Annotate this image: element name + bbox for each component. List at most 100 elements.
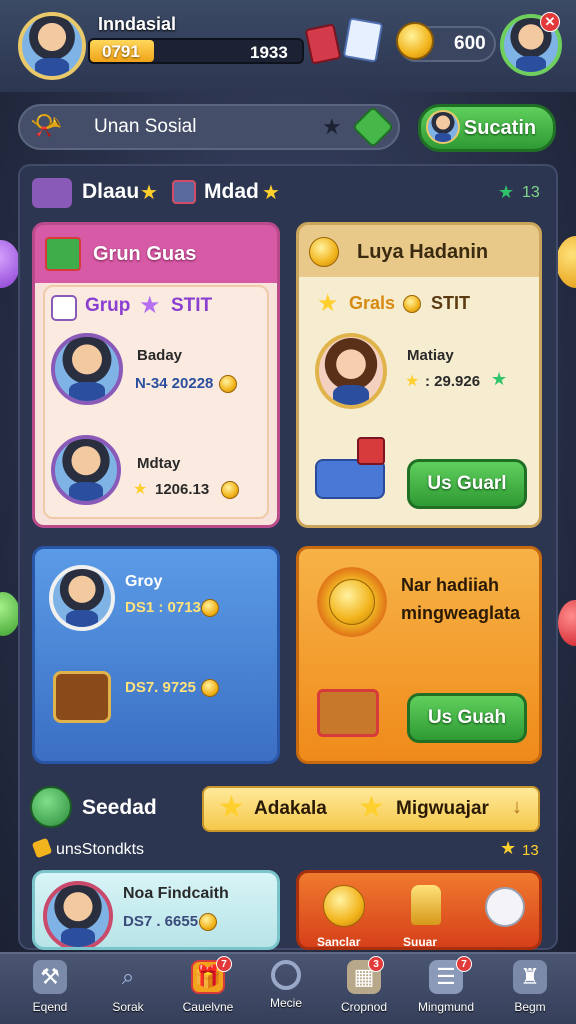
banner-right-label: Migwuajar	[396, 798, 489, 819]
orange-card-button[interactable]: Us Guah	[407, 693, 527, 743]
coin-icon	[329, 579, 375, 625]
calendar-icon[interactable]	[342, 17, 384, 63]
xp-bar: 0791 1933	[88, 38, 304, 64]
trumpet-icon: 📯	[30, 110, 63, 140]
player1-name: Baday	[137, 347, 183, 364]
gold-card[interactable]: Luya Hadanin ★ Grals STIT Matiay ★ : 29.…	[296, 222, 542, 528]
red-label-right: Suuar	[403, 935, 438, 949]
section-right-title: Mdad	[204, 180, 259, 203]
section-left-title: Dlaau	[82, 180, 140, 203]
nav-item-mingmund[interactable]: ☰ 7 Mingmund	[410, 956, 482, 1022]
blue-value-2: DS7. 9725	[125, 679, 196, 696]
nav-label: Sorak	[112, 1000, 144, 1014]
gold-card-title: Luya Hadanin	[357, 241, 489, 263]
treasure-chest-icon	[53, 671, 111, 723]
notification-badge: 3	[368, 956, 384, 972]
orange-card-button-label: Us Guah	[427, 707, 507, 728]
sucatin-button-label: Sucatin	[463, 116, 537, 139]
teal-value: DS7 . 6655	[123, 913, 199, 930]
gold-subtitle-tag: STIT	[431, 293, 470, 313]
nav-label: Mingmund	[417, 1000, 475, 1014]
coin-icon	[201, 679, 219, 697]
globe-icon	[30, 786, 72, 828]
magnifier-icon	[271, 960, 301, 990]
teal-player-name: Noa Findcaith	[123, 885, 229, 902]
player1-value: N-34 20228	[135, 375, 214, 392]
nav-label: Eqend	[32, 1000, 68, 1014]
close-icon[interactable]: ✕	[540, 12, 560, 32]
score-value: 1933	[250, 43, 288, 62]
gold-player-value: : 29.926	[425, 373, 481, 390]
blue-player-name: Groy	[125, 573, 163, 590]
player1-avatar[interactable]	[51, 333, 123, 405]
section-box-icon	[172, 180, 196, 204]
player-name: Inndasial	[98, 14, 177, 34]
group-subtitle-tag: STIT	[171, 295, 213, 316]
group-subtitle: Grup	[85, 295, 131, 316]
gift-basket-icon	[317, 689, 379, 737]
nav-item-mecie[interactable]: Mecie	[250, 960, 322, 1022]
star-icon: ★	[405, 373, 420, 390]
orange-card[interactable]: Nar hadiiah mingweaglata Us Guah	[296, 546, 542, 764]
ticket-icon[interactable]	[304, 23, 342, 65]
nav-label: Begm	[514, 1000, 546, 1014]
gold-card-button-label: Us Guarl	[427, 473, 507, 494]
red-card[interactable]: Sanclar Suuar	[296, 870, 542, 950]
player2-avatar[interactable]	[51, 435, 121, 505]
coin-icon	[201, 599, 219, 617]
notification-badge: 7	[216, 956, 232, 972]
teal-card[interactable]: Noa Findcaith DS7 . 6655	[32, 870, 280, 950]
star-icon: ★	[358, 791, 385, 824]
social-avatar	[426, 110, 460, 144]
coin-icon	[199, 913, 217, 931]
star-icon[interactable]: ★	[322, 114, 342, 140]
coin-mascot-icon	[396, 22, 434, 60]
orange-title-line2: mingweaglata	[401, 603, 521, 623]
player-avatar[interactable]	[43, 881, 113, 947]
banner-left-label: Adakala	[254, 798, 327, 819]
player2-name: Mdtay	[137, 455, 181, 472]
section1-star-count: 13	[522, 184, 540, 201]
nav-item-sorak[interactable]: ⌕ Sorak	[92, 960, 164, 1022]
player2-value: 1206.13	[155, 481, 210, 498]
coin-stack-icon	[309, 237, 339, 267]
orange-title-line1: Nar hadiiah	[401, 575, 500, 595]
gold-subtitle: Grals	[349, 293, 396, 313]
social-search-bar[interactable]	[18, 104, 400, 150]
star-icon: ★	[133, 481, 148, 498]
coin-icon	[323, 885, 365, 927]
nav-item-cauelvne[interactable]: 🎁 7 Cauelvne	[172, 956, 244, 1022]
nav-item-cropnod[interactable]: ▦ 3 Cropnod	[328, 956, 400, 1022]
coin-count: 600	[454, 33, 486, 54]
bell-icon	[411, 885, 441, 925]
group-card[interactable]: Grun Guas Grup ★ STIT Baday N-34 20228 M…	[32, 222, 280, 528]
mascot-icon	[485, 887, 525, 927]
gift-icon	[45, 237, 81, 271]
player-avatar[interactable]	[18, 12, 86, 80]
gold-player-name: Matiay	[407, 347, 454, 364]
section2-title: Seedad	[82, 796, 157, 819]
gold-card-button[interactable]: Us Guarl	[407, 459, 527, 509]
nav-item-eqend[interactable]: ⚒ Eqend	[14, 960, 86, 1022]
player-avatar[interactable]	[49, 565, 115, 631]
nav-item-begm[interactable]: ♜ Begm	[494, 960, 566, 1022]
search-bar-label: Unan Sosial	[94, 116, 197, 137]
trophy-icon: ♜	[513, 960, 547, 994]
section2-star-count: 13	[522, 842, 539, 859]
blue-value-1: DS1 : 0713	[125, 599, 201, 616]
player-avatar[interactable]	[315, 333, 387, 409]
gift-icon	[357, 437, 385, 465]
section2-subtitle: unsStondkts	[56, 841, 145, 858]
green-star-icon: ★	[491, 369, 508, 389]
blue-card[interactable]: Groy DS1 : 0713 DS7. 9725	[32, 546, 280, 764]
sofa-icon	[315, 459, 385, 499]
xp-value: 0791	[102, 42, 140, 61]
nav-label: Mecie	[269, 996, 302, 1010]
coin-icon	[403, 295, 421, 313]
nav-label: Cauelvne	[182, 1000, 234, 1014]
top-bar: Inndasial 0791 1933 600 ✕	[0, 0, 576, 92]
red-label-left: Sanclar	[317, 935, 361, 949]
coin-icon	[219, 375, 237, 393]
arrow-down-icon[interactable]: ↓	[512, 796, 522, 819]
group-tag-icon	[51, 295, 77, 321]
